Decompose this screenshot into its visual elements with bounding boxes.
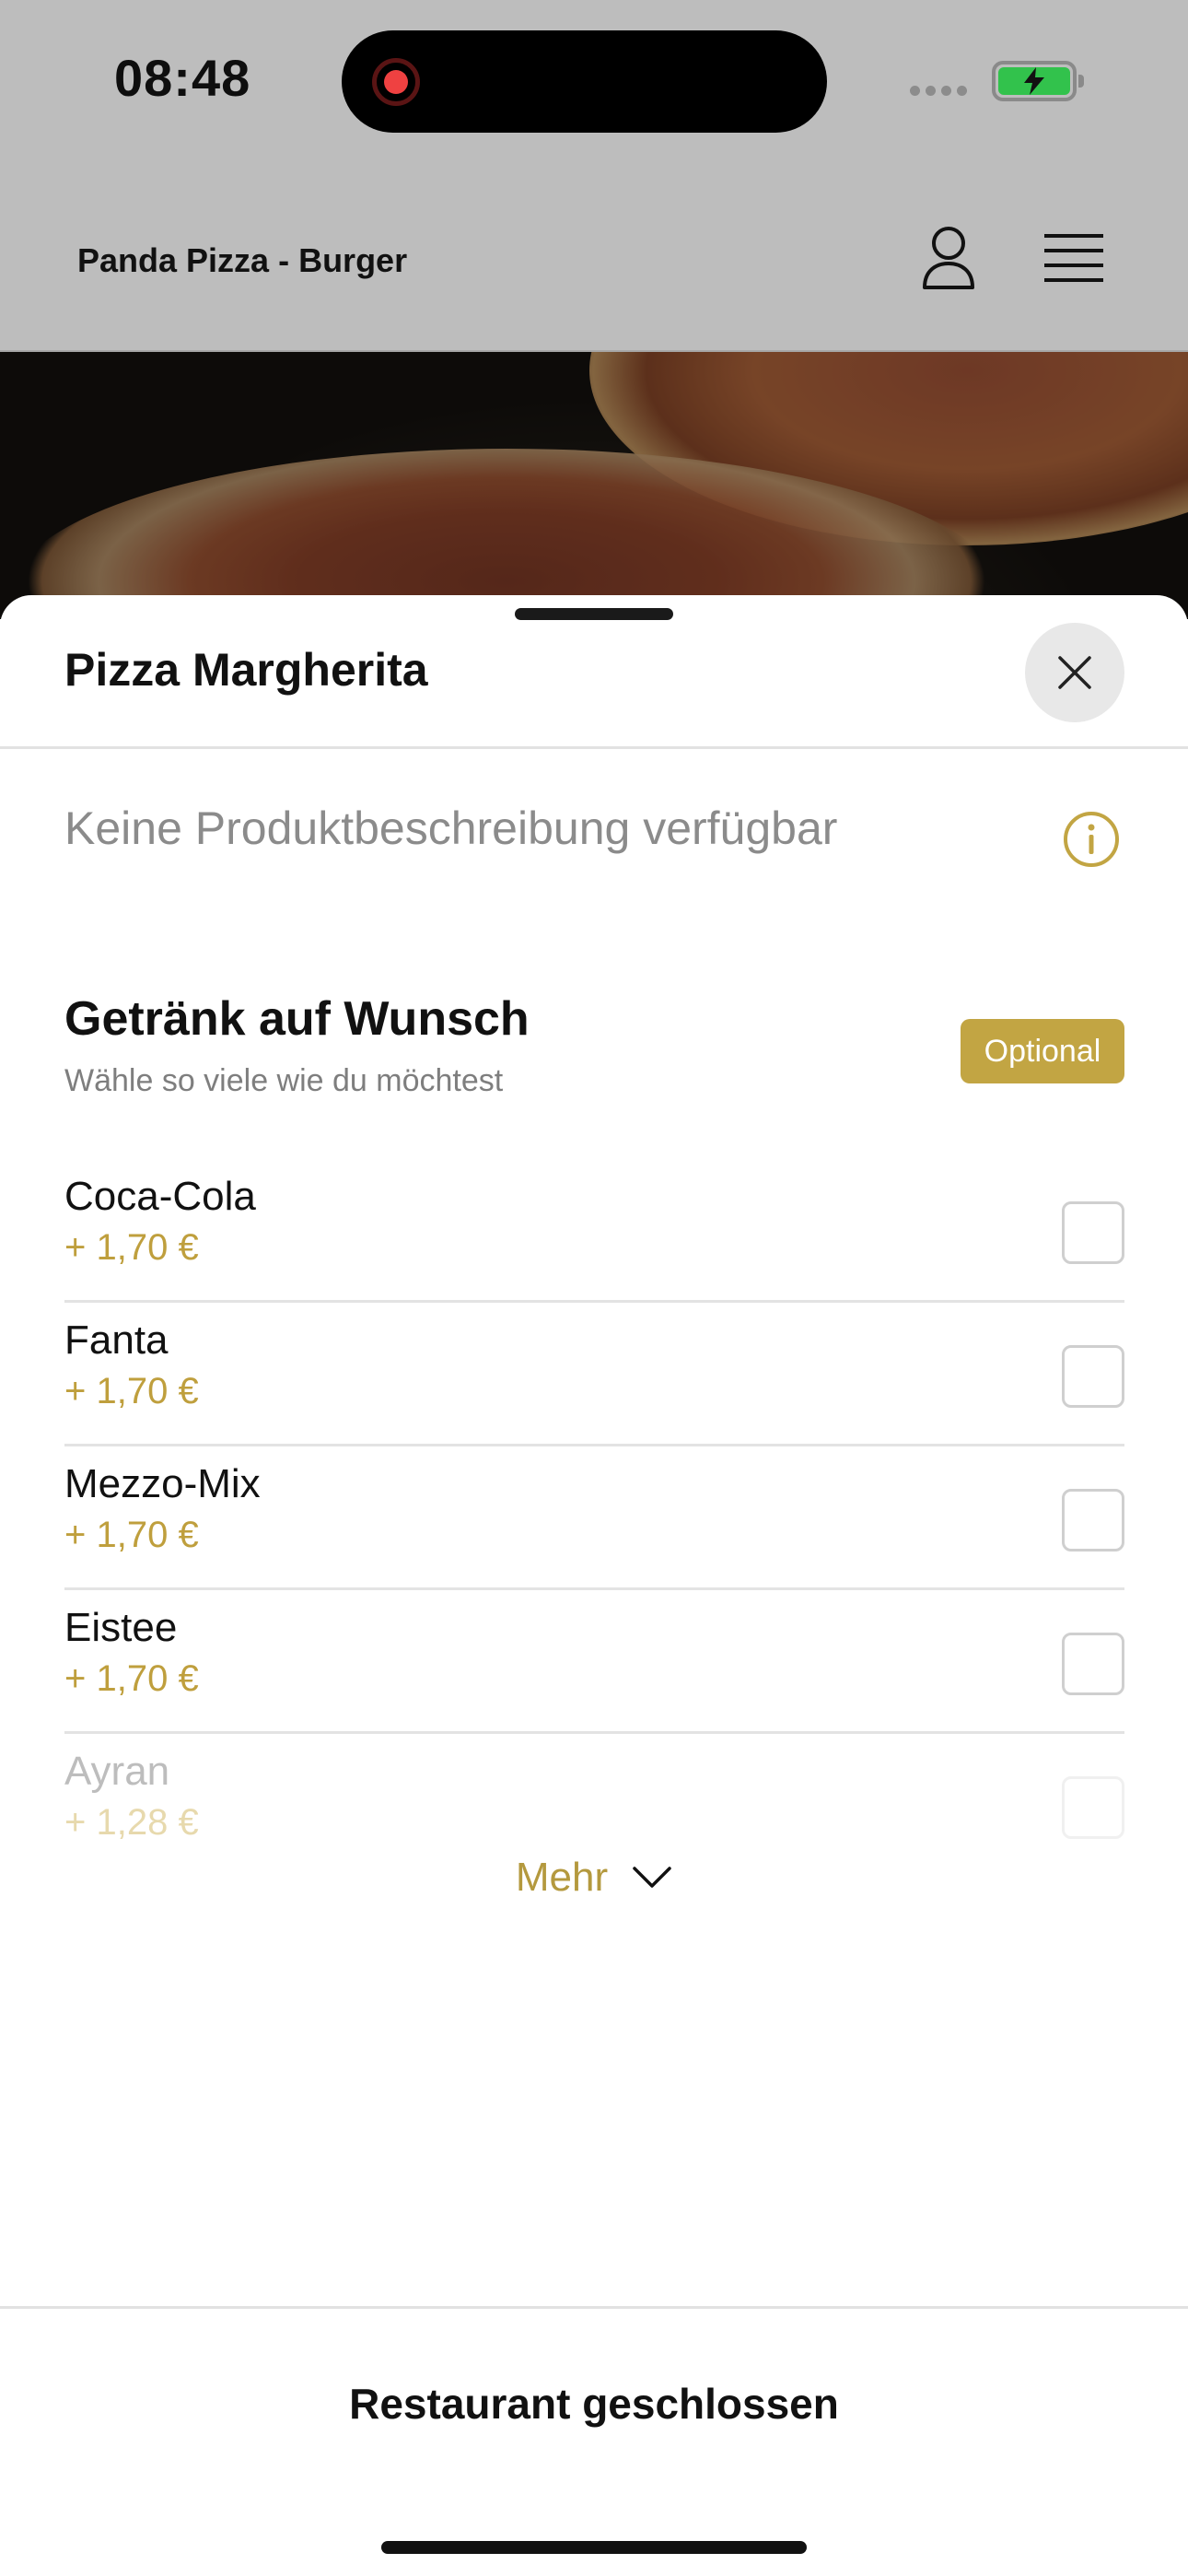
person-icon[interactable]	[919, 225, 978, 293]
dynamic-island	[342, 30, 827, 133]
close-button[interactable]	[1025, 623, 1124, 722]
option-price: + 1,28 €	[64, 1802, 199, 1843]
hero-pizza-image	[0, 352, 1188, 619]
status-bar: 08:48	[0, 0, 1188, 175]
sheet-grabber[interactable]	[515, 608, 673, 620]
option-checkbox[interactable]	[1062, 1345, 1124, 1408]
option-checkbox[interactable]	[1062, 1489, 1124, 1551]
divider	[0, 746, 1188, 749]
hamburger-menu-icon[interactable]	[1042, 230, 1105, 286]
option-name: Coca-Cola	[64, 1174, 256, 1219]
option-item[interactable]: Fanta + 1,70 €	[64, 1303, 1124, 1446]
option-price: + 1,70 €	[64, 1658, 199, 1699]
option-checkbox[interactable]	[1062, 1633, 1124, 1695]
battery-charging-icon	[998, 67, 1070, 95]
option-name: Mezzo-Mix	[64, 1461, 261, 1506]
option-name: Fanta	[64, 1317, 169, 1363]
option-list: Coca-Cola + 1,70 € Fanta + 1,70 € Mezzo-…	[64, 1159, 1124, 1878]
option-checkbox[interactable]	[1062, 1201, 1124, 1264]
product-description: Keine Produktbeschreibung verfügbar	[64, 802, 838, 854]
option-item[interactable]: Coca-Cola + 1,70 €	[64, 1159, 1124, 1303]
close-icon	[1058, 656, 1091, 689]
restaurant-name: Panda Pizza - Burger	[77, 241, 408, 279]
product-bottom-sheet: Pizza Margherita Keine Produktbeschreibu…	[0, 595, 1188, 2576]
restaurant-closed-label: Restaurant geschlossen	[349, 2380, 839, 2428]
home-indicator[interactable]	[381, 2541, 807, 2554]
show-more-button[interactable]: Mehr	[0, 1855, 1188, 1901]
option-item[interactable]: Mezzo-Mix + 1,70 €	[64, 1446, 1124, 1590]
status-time: 08:48	[114, 49, 251, 107]
divider	[0, 2306, 1188, 2309]
info-icon[interactable]	[1063, 811, 1120, 868]
option-name: Eistee	[64, 1605, 178, 1650]
option-item[interactable]: Eistee + 1,70 €	[64, 1590, 1124, 1734]
app-header: Panda Pizza - Burger	[0, 175, 1188, 352]
optional-badge: Optional	[961, 1019, 1124, 1083]
option-price: + 1,70 €	[64, 1371, 199, 1411]
chevron-down-icon	[633, 1867, 671, 1888]
recording-indicator-icon	[372, 58, 420, 106]
product-title: Pizza Margherita	[64, 644, 428, 696]
option-checkbox[interactable]	[1062, 1776, 1124, 1839]
battery-icon	[992, 61, 1084, 101]
option-name: Ayran	[64, 1749, 170, 1794]
option-group-title: Getränk auf Wunsch	[64, 992, 530, 1046]
cellular-signal-icon	[910, 86, 967, 96]
option-group-subtitle: Wähle so viele wie du möchtest	[64, 1063, 504, 1098]
show-more-label: Mehr	[515, 1855, 609, 1900]
option-price: + 1,70 €	[64, 1515, 199, 1555]
option-price: + 1,70 €	[64, 1227, 199, 1268]
